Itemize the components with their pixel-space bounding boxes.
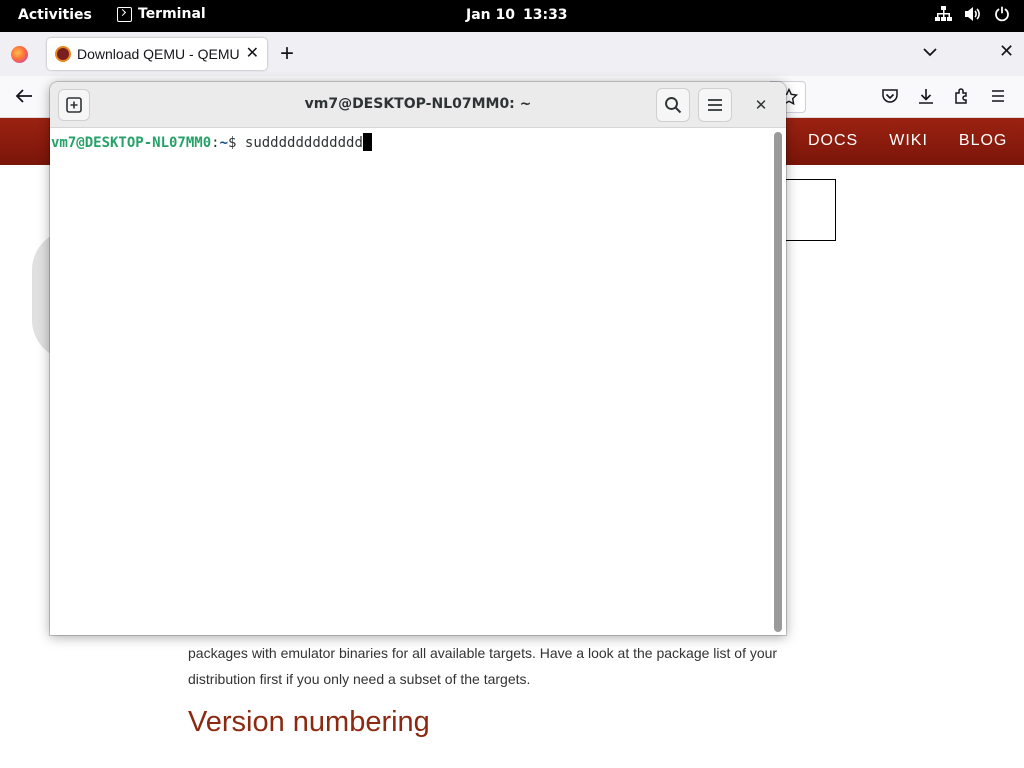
terminal-scrollbar[interactable] <box>774 132 782 632</box>
text-cursor <box>362 133 372 151</box>
prompt-path: ~ <box>219 135 229 151</box>
browser-tab-bar: Download QEMU - QEMU ✕ + ✕ <box>0 32 1024 76</box>
terminal-content[interactable]: vm7@DESKTOP-NL07MM0:~$ sudddddddddddd <box>50 129 786 635</box>
nav-link-wiki[interactable]: WIKI <box>889 132 928 150</box>
section-heading: Version numbering <box>188 706 430 738</box>
window-close-icon[interactable]: ✕ <box>999 41 1014 62</box>
terminal-search-button[interactable] <box>656 88 690 122</box>
terminal-close-button[interactable]: ✕ <box>750 94 772 116</box>
app-menu-terminal[interactable]: Terminal <box>117 6 206 22</box>
paragraph-line: packages with emulator binaries for all … <box>188 645 778 661</box>
firefox-view-icon[interactable] <box>11 46 28 63</box>
prompt-separator: : <box>211 135 220 151</box>
nav-link-docs[interactable]: DOCS <box>808 132 858 150</box>
app-name: Terminal <box>138 6 206 22</box>
downloads-icon[interactable] <box>917 87 935 105</box>
paragraph-line: distribution first if you only need a su… <box>188 671 531 687</box>
prompt-symbol: $ <box>228 135 245 151</box>
nav-link-blog[interactable]: BLOG <box>959 132 1007 150</box>
tab-title: Download QEMU - QEMU <box>77 46 240 62</box>
hamburger-menu-icon[interactable] <box>989 87 1007 105</box>
terminal-header-bar[interactable]: vm7@DESKTOP-NL07MM0: ~ ✕ <box>50 82 786 128</box>
volume-icon <box>964 6 982 22</box>
terminal-icon <box>117 6 132 22</box>
extensions-icon[interactable] <box>953 87 971 105</box>
clock-date: Jan 10 <box>466 7 515 23</box>
pocket-icon[interactable] <box>881 87 899 105</box>
back-arrow-icon[interactable] <box>14 86 34 111</box>
power-icon <box>994 6 1010 22</box>
list-all-tabs-chevron-icon[interactable] <box>923 44 937 62</box>
hamburger-menu-icon <box>708 99 722 111</box>
new-tab-button[interactable]: + <box>280 40 294 68</box>
page-paragraph: packages with emulator binaries for all … <box>188 640 828 692</box>
terminal-window[interactable]: vm7@DESKTOP-NL07MM0: ~ ✕ vm7@DESKTOP-NL0… <box>50 82 786 635</box>
qemu-favicon-icon <box>55 46 71 62</box>
browser-toolbar-buttons <box>881 87 1007 105</box>
network-icon <box>935 6 952 22</box>
prompt-user-host: vm7@DESKTOP-NL07MM0 <box>51 135 212 151</box>
search-icon <box>665 97 682 114</box>
clock-time: 13:33 <box>522 7 568 23</box>
terminal-menu-button[interactable] <box>698 88 732 122</box>
system-status-area[interactable] <box>935 6 1010 22</box>
gnome-top-bar: Activities Terminal Jan 10 13:33 <box>0 0 1024 32</box>
typed-command: sudddddddddddd <box>244 135 363 151</box>
activities-button[interactable]: Activities <box>18 7 92 23</box>
terminal-prompt-line: vm7@DESKTOP-NL07MM0:~$ sudddddddddddd <box>51 133 372 151</box>
clock[interactable]: Jan 10 13:33 <box>466 7 568 23</box>
tab-close-icon[interactable]: ✕ <box>246 43 259 63</box>
browser-tab-active[interactable]: Download QEMU - QEMU ✕ <box>47 38 267 70</box>
